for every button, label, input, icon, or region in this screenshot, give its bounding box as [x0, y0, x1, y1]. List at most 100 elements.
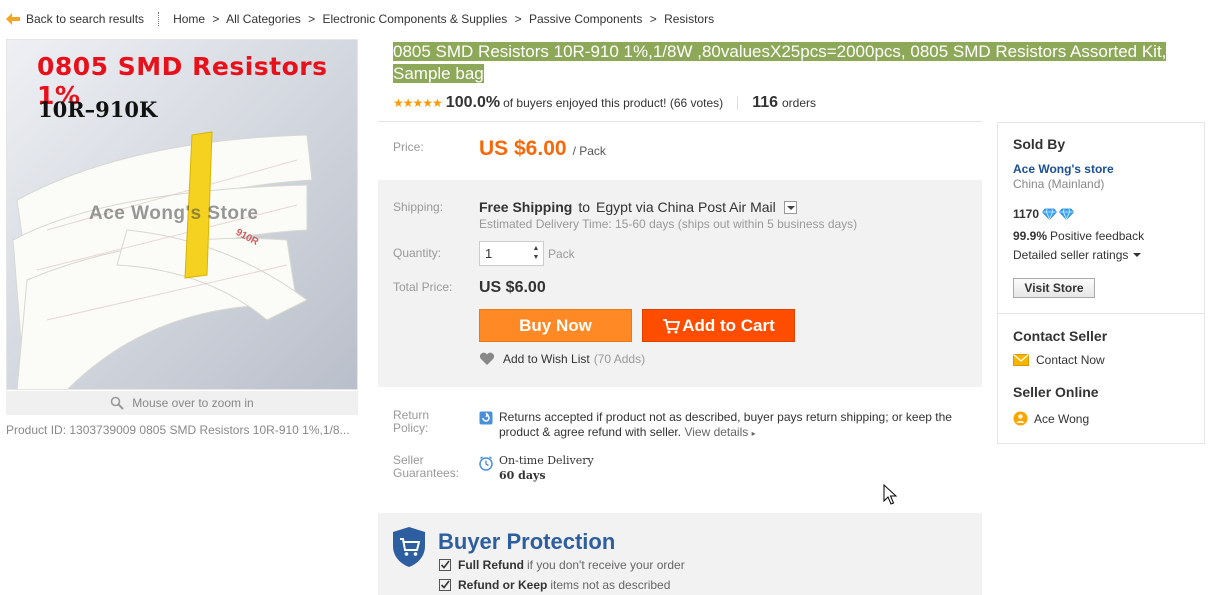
online-user-icon	[1013, 411, 1028, 426]
chevron-right-icon: ▸	[751, 429, 756, 438]
quantity-stepper[interactable]: 1 ▲ ▼	[479, 241, 544, 266]
return-policy-icon	[479, 411, 493, 425]
visit-store-label: Visit Store	[1024, 281, 1084, 295]
seller-score[interactable]: 1170	[1013, 207, 1075, 221]
online-user-name: Ace Wong	[1034, 411, 1090, 426]
rating-divider	[737, 96, 739, 110]
visit-store-button[interactable]: Visit Store	[1013, 278, 1095, 298]
breadcrumb: Back to search results Home > All Catego…	[6, 11, 714, 27]
zoom-hint-text: Mouse over to zoom in	[132, 396, 254, 410]
price-label: Price:	[393, 140, 424, 154]
mouse-cursor-icon	[883, 484, 897, 505]
sold-by-heading: Sold By	[1013, 136, 1066, 152]
protection-item-desc: items not as described	[550, 578, 671, 592]
feedback-label: Positive feedback	[1050, 229, 1145, 243]
breadcrumb-item-home[interactable]: Home	[173, 12, 205, 26]
wishlist-label[interactable]: Add to Wish List	[503, 352, 590, 366]
magnifier-icon	[110, 396, 125, 410]
breadcrumb-item-resistors[interactable]: Resistors	[664, 12, 714, 26]
checkbox-checked-icon	[439, 559, 451, 571]
protection-item-full-refund: Full Refund if you don't receive your or…	[439, 558, 685, 572]
protection-item-desc: if you don't receive your order	[527, 558, 685, 572]
heart-icon	[479, 352, 495, 365]
rating-row: ★★★★★ 100.0% of buyers enjoyed this prod…	[393, 94, 816, 112]
protection-item-refund-or-keep: Refund or Keep items not as described	[439, 578, 670, 592]
shipping-to: to	[578, 199, 591, 215]
seller-score-value: 1170	[1013, 207, 1040, 221]
breadcrumb-item-all-categories[interactable]: All Categories	[226, 12, 301, 26]
price-amount: US $6.00	[479, 137, 567, 160]
product-id-text: Product ID: 1303739009 0805 SMD Resistor…	[6, 423, 350, 437]
return-policy-label: Return Policy:	[393, 409, 429, 435]
contact-seller-heading: Contact Seller	[1013, 328, 1108, 344]
seller-guarantees-label: Seller Guarantees:	[393, 454, 459, 480]
view-details-link[interactable]: View details	[684, 425, 748, 439]
back-to-search-link[interactable]: Back to search results	[26, 12, 144, 26]
rating-percentage: 100.0%	[445, 94, 501, 111]
buyer-protection-title: Buyer Protection	[438, 529, 616, 554]
breadcrumb-item-electronic-components[interactable]: Electronic Components & Supplies	[323, 12, 508, 26]
quantity-spin-icon[interactable]: ▲ ▼	[532, 244, 540, 262]
shipping-destination: Egypt via China Post Air Mail	[596, 199, 776, 215]
orders-label: orders	[782, 96, 817, 110]
breadcrumb-divider	[158, 12, 160, 26]
feedback-percentage: 99.9%	[1013, 229, 1048, 243]
delivery-estimate: Estimated Delivery Time: 15-60 days (shi…	[479, 217, 858, 231]
section-divider	[378, 121, 982, 122]
wishlist-count: (70 Adds)	[593, 352, 646, 366]
image-caption-line2: 10R–910K	[38, 97, 158, 122]
protection-item-title: Full Refund	[458, 558, 524, 572]
breadcrumb-trail: Home > All Categories > Electronic Compo…	[173, 12, 714, 26]
shipping-selector[interactable]: Free Shipping to Egypt via China Post Ai…	[479, 199, 797, 215]
add-to-cart-button[interactable]: Add to Cart	[642, 309, 795, 342]
protection-item-title: Refund or Keep	[458, 578, 548, 592]
product-title-text: 0805 SMD Resistors 10R-910 1%,1/8W ,80va…	[393, 42, 1167, 83]
shield-cart-icon	[393, 527, 425, 567]
price-unit: / Pack	[572, 144, 606, 158]
store-name-link[interactable]: Ace Wong's store	[1013, 162, 1114, 176]
breadcrumb-separator: >	[649, 12, 657, 26]
contact-now-label: Contact Now	[1036, 353, 1105, 367]
positive-feedback: 99.9% Positive feedback	[1013, 229, 1144, 243]
store-country: China (Mainland)	[1013, 177, 1105, 191]
total-price-label: Total Price:	[393, 280, 453, 294]
detailed-seller-ratings-toggle[interactable]: Detailed seller ratings	[1013, 248, 1142, 262]
rating-text[interactable]: of buyers enjoyed this product! (66 vote…	[503, 96, 723, 110]
breadcrumb-item-passive-components[interactable]: Passive Components	[529, 12, 642, 26]
price-value: US $6.00 / Pack	[479, 137, 606, 161]
breadcrumb-separator: >	[514, 12, 522, 26]
guarantee-days: 60 days	[499, 469, 546, 482]
online-chat-link[interactable]: Ace Wong	[1013, 411, 1089, 426]
shipping-dropdown-icon[interactable]	[783, 200, 797, 214]
envelope-icon	[1013, 354, 1029, 366]
detailed-ratings-label: Detailed seller ratings	[1013, 248, 1129, 262]
add-to-cart-label: Add to Cart	[682, 315, 775, 335]
rating-stars-icon[interactable]: ★★★★★	[393, 96, 443, 110]
diamond-icon	[1059, 208, 1075, 220]
seller-box-divider	[997, 313, 1205, 314]
back-arrow-icon[interactable]	[6, 13, 20, 25]
buy-now-button[interactable]: Buy Now	[479, 309, 632, 342]
clock-icon	[479, 456, 493, 471]
cart-icon	[663, 318, 681, 333]
seller-guarantees-label-line2: Guarantees:	[393, 466, 460, 480]
return-policy-text: Returns accepted if product not as descr…	[499, 410, 969, 441]
checkbox-checked-icon	[439, 579, 451, 591]
orders-count: 116	[752, 94, 778, 111]
add-to-wishlist[interactable]: Add to Wish List (70 Adds)	[479, 352, 645, 366]
breadcrumb-separator: >	[212, 12, 220, 26]
breadcrumb-separator: >	[308, 12, 316, 26]
caret-down-icon	[1133, 253, 1142, 257]
quantity-value[interactable]: 1	[485, 246, 492, 261]
guarantee-on-time-delivery[interactable]: On-time Delivery	[499, 454, 594, 467]
shipping-method: Free Shipping	[479, 199, 573, 215]
seller-online-heading: Seller Online	[1013, 384, 1099, 400]
diamond-icon	[1042, 208, 1058, 220]
product-image[interactable]: 0805 SMD Resistors 1% 10R–910K Ace Wong'…	[6, 39, 358, 390]
contact-now-link[interactable]: Contact Now	[1013, 353, 1105, 367]
shipping-label: Shipping:	[393, 200, 444, 214]
image-watermark: Ace Wong's Store	[89, 203, 259, 224]
product-title: 0805 SMD Resistors 10R-910 1%,1/8W ,80va…	[393, 41, 1193, 85]
total-price-value: US $6.00	[479, 279, 546, 296]
buy-now-label: Buy Now	[519, 315, 592, 335]
